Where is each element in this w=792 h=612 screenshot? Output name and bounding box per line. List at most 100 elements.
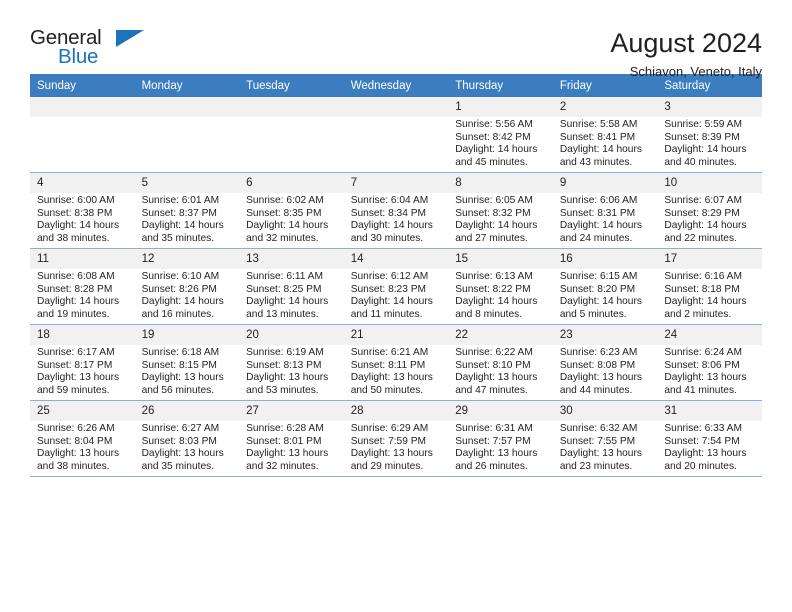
calendar-day-cell[interactable]: 15 Sunrise: 6:13 AM Sunset: 8:22 PM Dayligh… — [448, 248, 553, 325]
calendar-day-cell[interactable]: 4 Sunrise: 6:00 AM Sunset: 8:38 PM Daylight… — [30, 172, 135, 249]
day-details: Sunrise: 5:58 AM Sunset: 8:41 PM Daylight:… — [553, 117, 658, 169]
calendar-day-cell[interactable]: 26 Sunrise: 6:27 AM Sunset: 8:03 PM Dayligh… — [134, 400, 240, 476]
day-details: Sunrise: 6:08 AM Sunset: 8:28 PM Daylight:… — [30, 269, 135, 321]
sunset-text: Sunset: 8:20 PM — [559, 283, 636, 295]
calendar-week-row: 25 Sunrise: 6:26 AM Sunset: 8:04 PM Dayligh… — [30, 400, 762, 476]
calendar-day-cell[interactable]: 24 Sunrise: 6:24 AM Sunset: 8:06 PM Dayligh… — [657, 324, 762, 401]
calendar-day-cell[interactable]: 14 Sunrise: 6:12 AM Sunset: 8:23 PM Dayligh… — [343, 248, 449, 325]
brand-name-blue: Blue — [58, 45, 99, 68]
calendar-day-cell[interactable]: 11 Sunrise: 6:08 AM Sunset: 8:28 PM Dayligh… — [30, 248, 135, 325]
day-details: Sunrise: 6:23 AM Sunset: 8:08 PM Daylight:… — [553, 345, 658, 397]
day-details: Sunrise: 5:59 AM Sunset: 8:39 PM Daylight:… — [657, 117, 762, 169]
calendar-day-cell-empty — [343, 97, 449, 173]
day-cell-inner: 11 Sunrise: 6:08 AM Sunset: 8:28 PM Dayligh… — [30, 249, 135, 324]
calendar-day-cell[interactable]: 1 Sunrise: 5:56 AM Sunset: 8:42 PM Daylight… — [448, 97, 553, 173]
sunrise-text: Sunrise: 6:26 AM — [37, 423, 115, 434]
day-number: 15 — [448, 249, 553, 269]
daylight-text: Daylight: 13 hours and 20 minutes. — [664, 448, 747, 472]
calendar-day-cell[interactable]: 5 Sunrise: 6:01 AM Sunset: 8:37 PM Daylight… — [134, 172, 240, 249]
day-number: 31 — [657, 401, 762, 421]
day-cell-inner: 28 Sunrise: 6:29 AM Sunset: 7:59 PM Dayligh… — [343, 401, 449, 476]
sunrise-text: Sunrise: 5:59 AM — [664, 119, 742, 130]
calendar-day-cell[interactable]: 16 Sunrise: 6:15 AM Sunset: 8:20 PM Dayligh… — [552, 248, 658, 325]
daylight-text: Daylight: 13 hours and 38 minutes. — [37, 448, 120, 472]
calendar-day-cell[interactable]: 22 Sunrise: 6:22 AM Sunset: 8:10 PM Dayligh… — [448, 324, 553, 401]
day-details: Sunrise: 6:15 AM Sunset: 8:20 PM Daylight:… — [553, 269, 658, 321]
calendar-day-cell[interactable]: 27 Sunrise: 6:28 AM Sunset: 8:01 PM Dayligh… — [239, 400, 344, 476]
day-cell-inner: 26 Sunrise: 6:27 AM Sunset: 8:03 PM Dayligh… — [134, 401, 240, 476]
day-cell-inner: 18 Sunrise: 6:17 AM Sunset: 8:17 PM Dayligh… — [30, 325, 135, 400]
calendar-day-cell[interactable]: 3 Sunrise: 5:59 AM Sunset: 8:39 PM Daylight… — [657, 97, 762, 173]
calendar-body: 1 Sunrise: 5:56 AM Sunset: 8:42 PM Daylight… — [30, 97, 762, 476]
brand-triangle-icon — [116, 30, 144, 47]
calendar-day-cell[interactable]: 9 Sunrise: 6:06 AM Sunset: 8:31 PM Daylight… — [552, 172, 658, 249]
day-cell-inner — [30, 97, 135, 172]
day-cell-inner: 7 Sunrise: 6:04 AM Sunset: 8:34 PM Daylight… — [343, 173, 449, 248]
weekday-header-sunday: Sunday — [30, 74, 135, 97]
day-details: Sunrise: 6:27 AM Sunset: 8:03 PM Daylight:… — [135, 421, 240, 473]
calendar-day-cell[interactable]: 20 Sunrise: 6:19 AM Sunset: 8:13 PM Dayligh… — [239, 324, 344, 401]
sunrise-text: Sunrise: 6:04 AM — [350, 195, 429, 206]
sunrise-text: Sunrise: 6:29 AM — [350, 423, 429, 434]
day-cell-inner: 24 Sunrise: 6:24 AM Sunset: 8:06 PM Dayligh… — [657, 325, 762, 400]
calendar-day-cell[interactable]: 28 Sunrise: 6:29 AM Sunset: 7:59 PM Dayligh… — [343, 400, 449, 476]
day-cell-inner: 27 Sunrise: 6:28 AM Sunset: 8:01 PM Dayligh… — [239, 401, 344, 476]
daylight-text: Daylight: 13 hours and 29 minutes. — [350, 448, 433, 472]
calendar-day-cell[interactable]: 30 Sunrise: 6:32 AM Sunset: 7:55 PM Dayligh… — [552, 400, 658, 476]
day-number: 13 — [239, 249, 344, 269]
sunrise-text: Sunrise: 6:22 AM — [455, 347, 533, 358]
sunset-text: Sunset: 8:22 PM — [455, 283, 531, 295]
day-details: Sunrise: 6:13 AM Sunset: 8:22 PM Daylight:… — [448, 269, 553, 321]
calendar-day-cell[interactable]: 17 Sunrise: 6:16 AM Sunset: 8:18 PM Dayligh… — [657, 248, 762, 325]
daylight-text: Daylight: 13 hours and 35 minutes. — [141, 448, 224, 472]
day-details: Sunrise: 6:22 AM Sunset: 8:10 PM Daylight:… — [448, 345, 553, 397]
day-cell-inner: 12 Sunrise: 6:10 AM Sunset: 8:26 PM Dayligh… — [134, 249, 240, 324]
calendar-day-cell[interactable]: 19 Sunrise: 6:18 AM Sunset: 8:15 PM Dayligh… — [134, 324, 240, 401]
day-details: Sunrise: 6:11 AM Sunset: 8:25 PM Daylight:… — [239, 269, 344, 321]
calendar-day-cell[interactable]: 18 Sunrise: 6:17 AM Sunset: 8:17 PM Dayligh… — [30, 324, 135, 401]
day-details: Sunrise: 6:31 AM Sunset: 7:57 PM Daylight:… — [448, 421, 553, 473]
day-cell-inner: 22 Sunrise: 6:22 AM Sunset: 8:10 PM Dayligh… — [448, 325, 553, 400]
calendar-day-cell[interactable]: 21 Sunrise: 6:21 AM Sunset: 8:11 PM Dayligh… — [343, 324, 449, 401]
sunset-text: Sunset: 8:04 PM — [37, 435, 113, 447]
day-cell-inner: 5 Sunrise: 6:01 AM Sunset: 8:37 PM Daylight… — [134, 173, 240, 248]
calendar-day-cell[interactable]: 2 Sunrise: 5:58 AM Sunset: 8:41 PM Daylight… — [552, 97, 658, 173]
sunrise-text: Sunrise: 6:05 AM — [455, 195, 533, 206]
brand-logo[interactable]: General Blue — [30, 27, 160, 75]
weekday-header-monday: Monday — [134, 74, 240, 97]
daylight-text: Daylight: 14 hours and 19 minutes. — [37, 296, 120, 320]
day-details: Sunrise: 5:56 AM Sunset: 8:42 PM Daylight:… — [448, 117, 553, 169]
calendar-day-cell[interactable]: 31 Sunrise: 6:33 AM Sunset: 7:54 PM Dayligh… — [657, 400, 762, 476]
calendar-day-cell[interactable]: 23 Sunrise: 6:23 AM Sunset: 8:08 PM Dayligh… — [552, 324, 658, 401]
daylight-text: Daylight: 13 hours and 59 minutes. — [37, 372, 120, 396]
sunset-text: Sunset: 8:23 PM — [350, 283, 427, 295]
calendar-day-cell[interactable]: 8 Sunrise: 6:05 AM Sunset: 8:32 PM Daylight… — [448, 172, 553, 249]
calendar-day-cell[interactable]: 10 Sunrise: 6:07 AM Sunset: 8:29 PM Dayligh… — [657, 172, 762, 249]
sunset-text: Sunset: 8:37 PM — [141, 207, 217, 219]
sunrise-text: Sunrise: 6:17 AM — [37, 347, 115, 358]
day-number: 6 — [239, 173, 344, 193]
calendar-day-cell[interactable]: 7 Sunrise: 6:04 AM Sunset: 8:34 PM Daylight… — [343, 172, 449, 249]
sunrise-text: Sunrise: 6:23 AM — [559, 347, 638, 358]
day-number: 23 — [552, 325, 658, 345]
header-titles: August 2024 Schiavon, Veneto, Italy — [610, 27, 762, 81]
calendar-day-cell[interactable]: 6 Sunrise: 6:02 AM Sunset: 8:35 PM Daylight… — [239, 172, 344, 249]
sunset-text: Sunset: 7:59 PM — [350, 435, 427, 447]
calendar-week-row: 11 Sunrise: 6:08 AM Sunset: 8:28 PM Dayligh… — [30, 248, 762, 325]
day-cell-inner: 21 Sunrise: 6:21 AM Sunset: 8:11 PM Dayligh… — [343, 325, 449, 400]
sunrise-text: Sunrise: 6:01 AM — [141, 195, 220, 206]
calendar-day-cell[interactable]: 25 Sunrise: 6:26 AM Sunset: 8:04 PM Dayligh… — [30, 400, 135, 476]
calendar-day-cell[interactable]: 29 Sunrise: 6:31 AM Sunset: 7:57 PM Dayligh… — [448, 400, 553, 476]
sunset-text: Sunset: 8:32 PM — [455, 207, 531, 219]
day-number: 29 — [448, 401, 553, 421]
sunset-text: Sunset: 8:15 PM — [141, 359, 217, 371]
day-number: 4 — [30, 173, 135, 193]
daylight-text: Daylight: 14 hours and 2 minutes. — [664, 296, 747, 320]
sunrise-text: Sunrise: 6:19 AM — [246, 347, 324, 358]
calendar-day-cell[interactable]: 12 Sunrise: 6:10 AM Sunset: 8:26 PM Dayligh… — [134, 248, 240, 325]
day-cell-inner: 8 Sunrise: 6:05 AM Sunset: 8:32 PM Daylight… — [448, 173, 553, 248]
day-cell-inner: 10 Sunrise: 6:07 AM Sunset: 8:29 PM Dayligh… — [657, 173, 762, 248]
calendar-day-cell[interactable]: 13 Sunrise: 6:11 AM Sunset: 8:25 PM Dayligh… — [239, 248, 344, 325]
sunrise-text: Sunrise: 6:11 AM — [246, 271, 323, 282]
sunset-text: Sunset: 8:38 PM — [37, 207, 113, 219]
